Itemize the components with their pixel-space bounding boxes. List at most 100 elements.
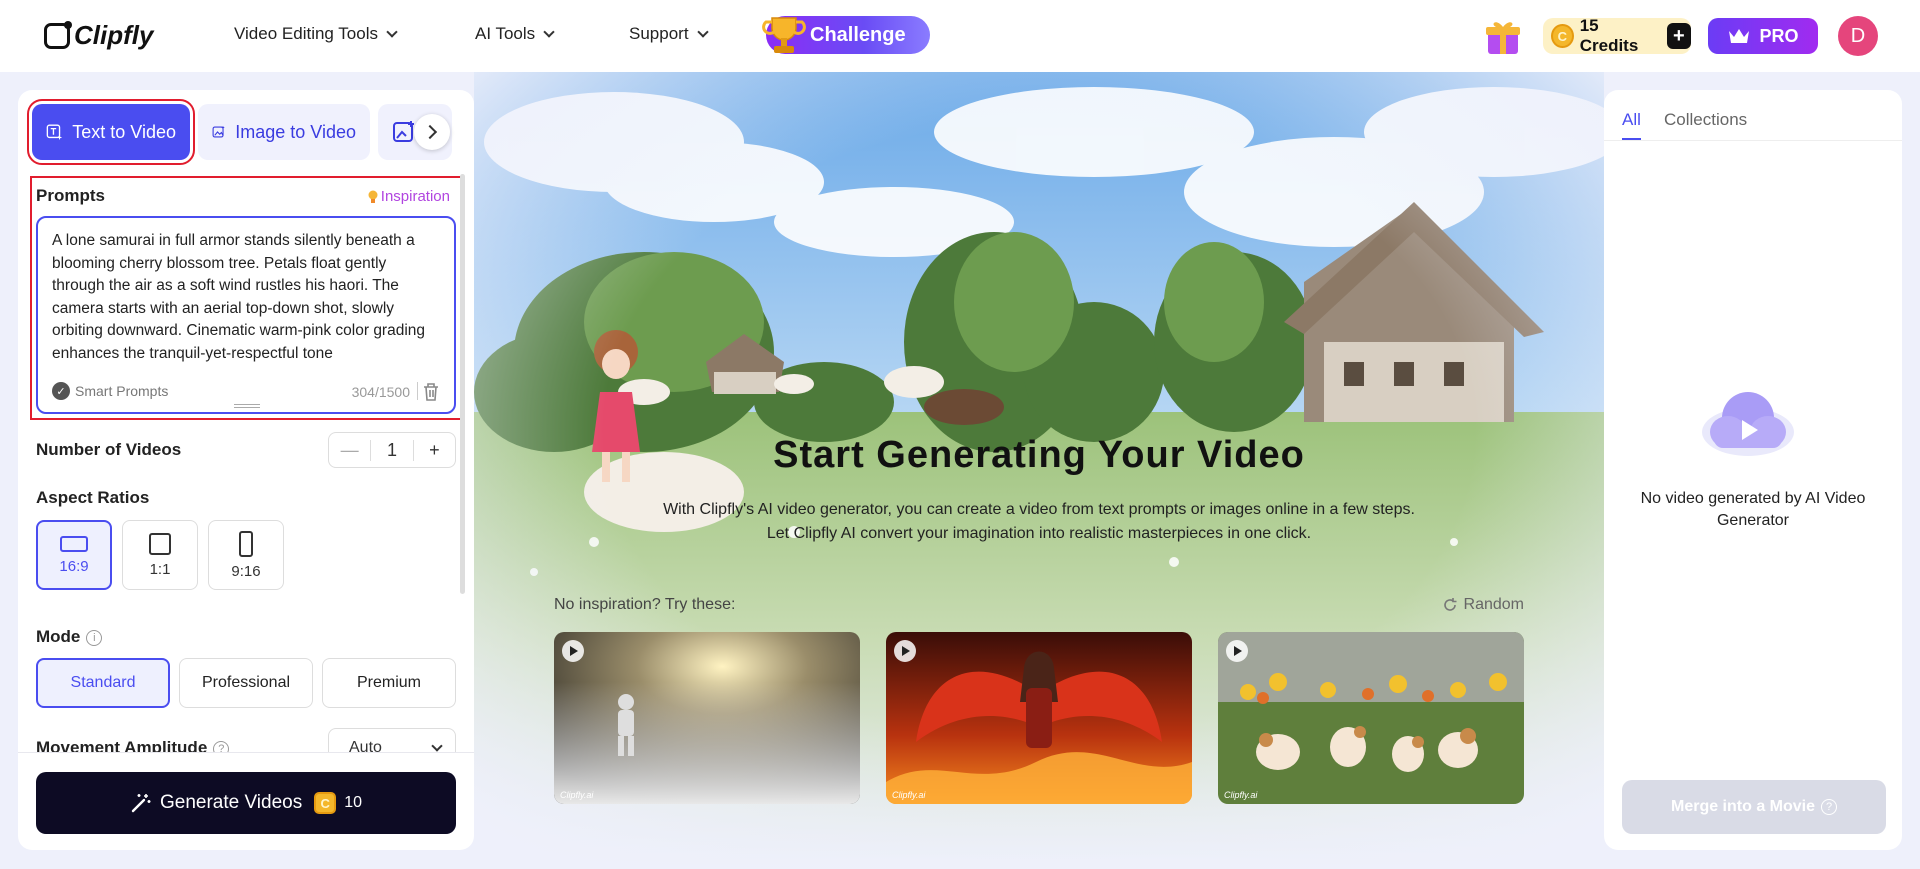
divider bbox=[417, 382, 418, 400]
magic-wand-icon bbox=[131, 794, 151, 813]
tab-label: Text to Video bbox=[72, 121, 176, 142]
pro-button[interactable]: PRO bbox=[1708, 18, 1818, 54]
ratio-16-9[interactable]: 16:9 bbox=[36, 520, 112, 590]
number-of-videos-stepper: — 1 + bbox=[328, 432, 456, 468]
number-of-videos-value[interactable]: 1 bbox=[371, 440, 412, 461]
trash-icon[interactable] bbox=[422, 382, 440, 402]
chevron-right-icon bbox=[422, 124, 438, 140]
decrement-button[interactable]: — bbox=[329, 439, 372, 461]
nav-ai-tools[interactable]: AI Tools bbox=[475, 24, 555, 44]
watermark: Clipfly.ai bbox=[560, 790, 594, 800]
empty-state-text: No video generated by AI Video Generator bbox=[1640, 490, 1866, 529]
play-icon[interactable] bbox=[894, 640, 916, 662]
sample-video-thumbnail[interactable]: Clipfly.ai bbox=[554, 632, 860, 804]
merge-into-movie-button[interactable]: Merge into a Movie ? bbox=[1622, 780, 1886, 834]
nav-label: Support bbox=[629, 24, 689, 43]
tab-image-to-video[interactable]: Image to Video bbox=[198, 104, 370, 160]
watermark: Clipfly.ai bbox=[892, 790, 926, 800]
ratio-9-16[interactable]: 9:16 bbox=[208, 520, 284, 590]
refresh-icon bbox=[1443, 598, 1457, 611]
user-avatar[interactable]: D bbox=[1838, 16, 1878, 56]
ratio-label: 16:9 bbox=[59, 557, 89, 575]
history-panel: All Collections No video generated by AI… bbox=[1604, 90, 1902, 850]
chevron-down-icon bbox=[386, 26, 398, 38]
tab-text-to-video[interactable]: Text to Video bbox=[27, 99, 195, 165]
increment-button[interactable]: + bbox=[412, 439, 455, 461]
try-label: No inspiration? Try these: bbox=[554, 596, 736, 613]
settings-scrollbar[interactable] bbox=[460, 174, 465, 594]
cloud-video-icon bbox=[1702, 392, 1794, 456]
crown-icon bbox=[1729, 29, 1750, 43]
text-to-video-icon bbox=[46, 124, 63, 141]
play-icon[interactable] bbox=[1226, 640, 1248, 662]
mode-premium[interactable]: Premium bbox=[322, 658, 456, 708]
coin-icon: C bbox=[314, 792, 337, 814]
tabs-scroll-right-button[interactable] bbox=[414, 114, 450, 150]
chevron-down-icon bbox=[696, 26, 709, 38]
ratio-label: 9:16 bbox=[231, 562, 261, 580]
help-icon[interactable]: ? bbox=[1821, 799, 1838, 815]
smart-prompts-label: Smart Prompts bbox=[75, 383, 169, 399]
challenge-button[interactable]: Challenge bbox=[762, 16, 930, 54]
top-header: Clipfly Video Editing Tools AI Tools Sup… bbox=[0, 0, 1920, 72]
ratio-1-1[interactable]: 1:1 bbox=[122, 520, 198, 590]
main-canvas: Start Generating Your Video With Clipfly… bbox=[474, 72, 1604, 869]
tab-collections[interactable]: Collections bbox=[1664, 110, 1747, 130]
aspect-ratios-label: Aspect Ratios bbox=[36, 488, 150, 507]
nav-label: AI Tools bbox=[475, 24, 536, 43]
ratio-label: 1:1 bbox=[149, 560, 171, 578]
coin-icon: C bbox=[1551, 24, 1574, 48]
divider bbox=[1604, 140, 1902, 141]
trophy-icon bbox=[762, 17, 806, 53]
random-button[interactable]: Random bbox=[1442, 596, 1524, 614]
clipfly-logo-icon bbox=[44, 20, 72, 49]
sample-video-thumbnail[interactable]: Clipfly.ai bbox=[1218, 632, 1524, 804]
play-icon[interactable] bbox=[562, 640, 584, 662]
prompts-label: Prompts bbox=[36, 186, 105, 205]
tab-label: Image to Video bbox=[235, 121, 356, 142]
resize-handle[interactable] bbox=[234, 404, 260, 408]
generate-label: Generate Videos bbox=[159, 792, 303, 813]
chevron-down-icon bbox=[431, 740, 443, 752]
hero-subtitle: With Clipfly's AI video generator, you c… bbox=[663, 501, 1415, 542]
check-icon: ✓ bbox=[52, 382, 70, 400]
smart-prompts-toggle[interactable]: ✓ Smart Prompts bbox=[52, 382, 168, 400]
sample-video-thumbnail[interactable]: Clipfly.ai bbox=[886, 632, 1192, 804]
lightbulb-icon bbox=[368, 190, 378, 203]
pro-label: PRO bbox=[1759, 25, 1799, 46]
inspiration-button[interactable]: Inspiration bbox=[367, 188, 450, 205]
portrait-ratio-icon bbox=[239, 530, 253, 557]
nav-label: Video Editing Tools bbox=[234, 24, 378, 43]
logo-text: Clipfly bbox=[74, 20, 154, 50]
chevron-down-icon bbox=[543, 26, 555, 38]
mode-label-row: Mode i bbox=[36, 627, 103, 647]
number-of-videos-label: Number of Videos bbox=[36, 440, 182, 459]
merge-label: Merge into a Movie bbox=[1670, 798, 1816, 815]
random-label: Random bbox=[1463, 596, 1524, 613]
nav-video-editing-tools[interactable]: Video Editing Tools bbox=[234, 24, 398, 44]
clipfly-logo[interactable]: Clipfly bbox=[44, 20, 153, 51]
scroll-mask bbox=[18, 752, 474, 772]
inspiration-label: Inspiration bbox=[380, 188, 450, 205]
mode-label: Mode bbox=[36, 627, 81, 646]
image-edit-icon bbox=[393, 121, 414, 142]
mode-professional[interactable]: Professional bbox=[179, 658, 313, 708]
generate-videos-button[interactable]: Generate Videos C 10 bbox=[36, 772, 456, 834]
tab-all[interactable]: All bbox=[1622, 110, 1641, 141]
mode-standard[interactable]: Standard bbox=[36, 658, 170, 708]
prompt-textarea[interactable]: A lone samurai in full armor stands sile… bbox=[36, 216, 456, 414]
winged-warrior-thumbnail-image bbox=[886, 632, 1192, 804]
prompts-section: Prompts Inspiration A lone samurai in fu… bbox=[30, 176, 462, 420]
generator-settings-panel: Text to Video Image to Video Prompts Ins… bbox=[18, 90, 474, 850]
mode-tabs: Text to Video Image to Video bbox=[27, 99, 462, 165]
credits-badge[interactable]: C 15 Credits + bbox=[1543, 16, 1691, 55]
challenge-label: Challenge bbox=[810, 23, 906, 46]
nav-support[interactable]: Support bbox=[629, 24, 709, 44]
info-icon[interactable]: i bbox=[86, 629, 103, 646]
tab-more-partial[interactable] bbox=[378, 104, 452, 160]
character-counter: 304/1500 bbox=[351, 384, 410, 400]
add-credits-button[interactable]: + bbox=[1666, 23, 1691, 49]
inspiration-row: No inspiration? Try these: Random bbox=[554, 596, 1524, 614]
gift-icon[interactable] bbox=[1484, 18, 1522, 56]
watermark: Clipfly.ai bbox=[1224, 790, 1258, 800]
